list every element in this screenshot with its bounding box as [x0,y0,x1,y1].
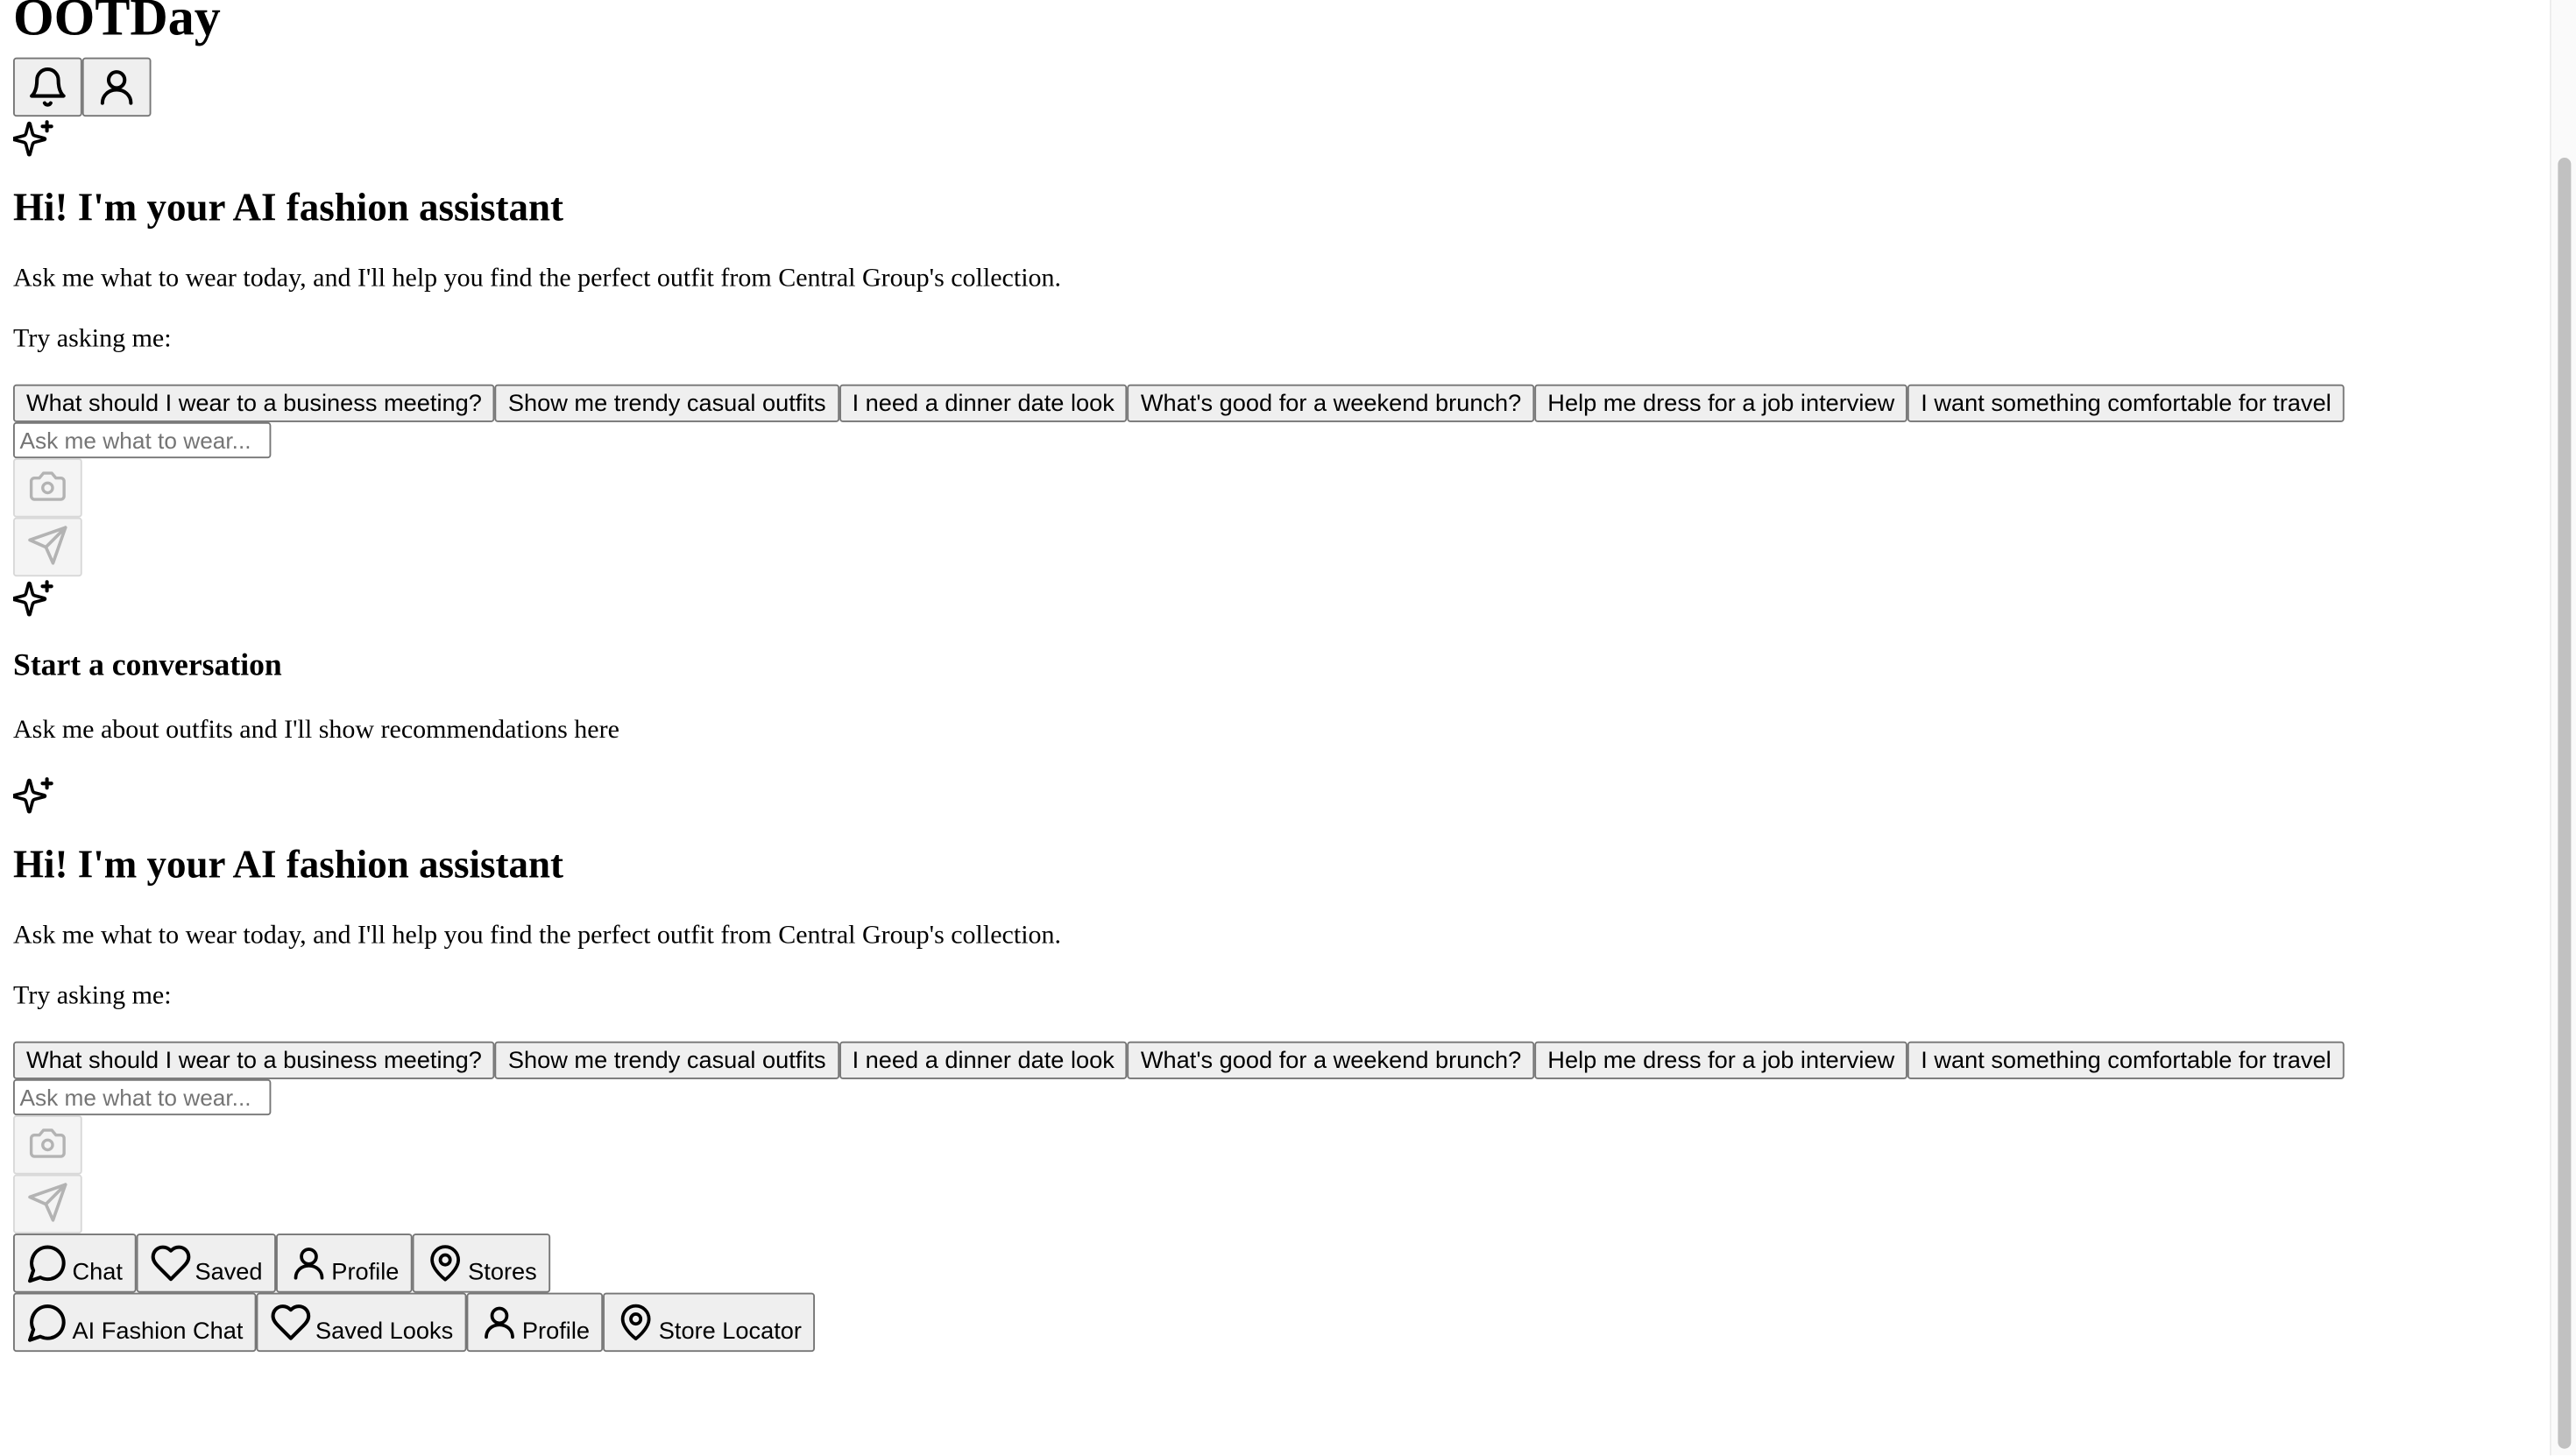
suggestion-button[interactable]: Help me dress for a job interview [1534,384,1908,422]
app-title: OOTDay [13,0,221,46]
nav-label: Profile [331,1260,400,1287]
notifications-button[interactable] [13,57,82,117]
suggestion-button[interactable]: I want something comfortable for travel [1907,384,2345,422]
user-icon [100,70,133,105]
user-icon [294,1247,323,1280]
sparkles-icon [13,120,53,157]
camera-icon [29,470,66,500]
heart-icon [150,1245,190,1282]
nav-ai-fashion-chat[interactable]: AI Fashion Chat [13,1292,257,1353]
nav-saved[interactable]: Saved [135,1233,276,1293]
nav-label: AI Fashion Chat [72,1318,244,1346]
chat-icon [28,1245,66,1283]
nav-label: Stores [468,1260,537,1287]
nav-label: Saved Looks [315,1318,454,1346]
welcome-heading: Hi! I'm your AI fashion assistant [13,844,564,887]
nav-saved-looks[interactable]: Saved Looks [256,1292,467,1353]
page-content: OOTDay Hi! I'm your AI fashion assistant… [0,0,2576,1353]
suggestion-button[interactable]: What's good for a weekend brunch? [1127,384,1535,422]
upload-photo-button[interactable] [13,458,82,518]
send-button[interactable] [13,1174,82,1234]
upload-photo-button[interactable] [13,1115,82,1175]
nav-label: Store Locator [658,1318,802,1346]
suggestion-button[interactable]: What should I wear to a business meeting… [13,384,495,422]
nav-chat[interactable]: Chat [13,1233,136,1293]
suggestion-list: What should I wear to a business meeting… [13,1041,2563,1079]
send-icon [28,525,67,564]
heart-icon [271,1304,311,1340]
camera-icon [29,1127,66,1157]
empty-state-heading: Start a conversation [13,648,282,683]
try-asking-label: Try asking me: [13,325,172,354]
header-actions [13,57,2563,117]
sparkles-icon [13,580,53,617]
suggestion-button[interactable]: I want something comfortable for travel [1907,1041,2345,1079]
send-icon [28,1182,67,1221]
suggestion-button[interactable]: What's good for a weekend brunch? [1127,1041,1535,1079]
map-pin-icon [620,1304,651,1340]
nav-label: Profile [521,1318,591,1346]
app-header: OOTDay [13,0,2563,117]
welcome-description: Ask me what to wear today, and I'll help… [13,921,1062,950]
recommendations-panel: Start a conversation Ask me about outfit… [13,576,2563,747]
nav-label: Saved [195,1260,263,1287]
chat-input[interactable] [13,421,272,459]
nav-label: Chat [72,1260,123,1287]
chat-input[interactable] [13,1078,272,1116]
welcome-description: Ask me what to wear today, and I'll help… [13,264,1062,293]
nav-store-locator[interactable]: Store Locator [603,1292,815,1353]
try-asking-label: Try asking me: [13,982,172,1011]
send-button[interactable] [13,517,82,577]
suggestion-list: What should I wear to a business meeting… [13,384,2563,422]
suggestion-button[interactable]: I need a dinner date look [839,384,1128,422]
app-root: OOTDay Hi! I'm your AI fashion assistant… [0,0,2576,1456]
chat-icon [28,1304,66,1342]
suggestion-button[interactable]: Help me dress for a job interview [1534,1041,1908,1079]
bell-icon [30,67,66,107]
map-pin-icon [430,1245,460,1282]
user-icon [484,1306,514,1339]
suggestion-button[interactable]: What should I wear to a business meeting… [13,1041,495,1079]
sparkles-icon [13,777,53,814]
suggestion-button[interactable]: Show me trendy casual outfits [494,384,839,422]
desktop-nav: AI Fashion Chat Saved Looks Profile Stor… [13,1292,2563,1353]
suggestion-button[interactable]: Show me trendy casual outfits [494,1041,839,1079]
nav-stores[interactable]: Stores [412,1233,550,1293]
nav-profile[interactable]: Profile [275,1233,413,1293]
welcome-heading: Hi! I'm your AI fashion assistant [13,187,564,230]
chat-welcome-section: Hi! I'm your AI fashion assistant Ask me… [13,117,2563,577]
mobile-bottom-nav: Chat Saved Profile Stores [13,1233,2563,1293]
scrollbar-thumb[interactable] [2558,158,2572,1449]
nav-profile[interactable]: Profile [466,1292,604,1353]
empty-state-description: Ask me about outfits and I'll show recom… [13,716,619,745]
chat-welcome-section-desktop: Hi! I'm your AI fashion assistant Ask me… [13,774,2563,1234]
suggestion-button[interactable]: I need a dinner date look [839,1041,1128,1079]
profile-button[interactable] [81,57,152,117]
